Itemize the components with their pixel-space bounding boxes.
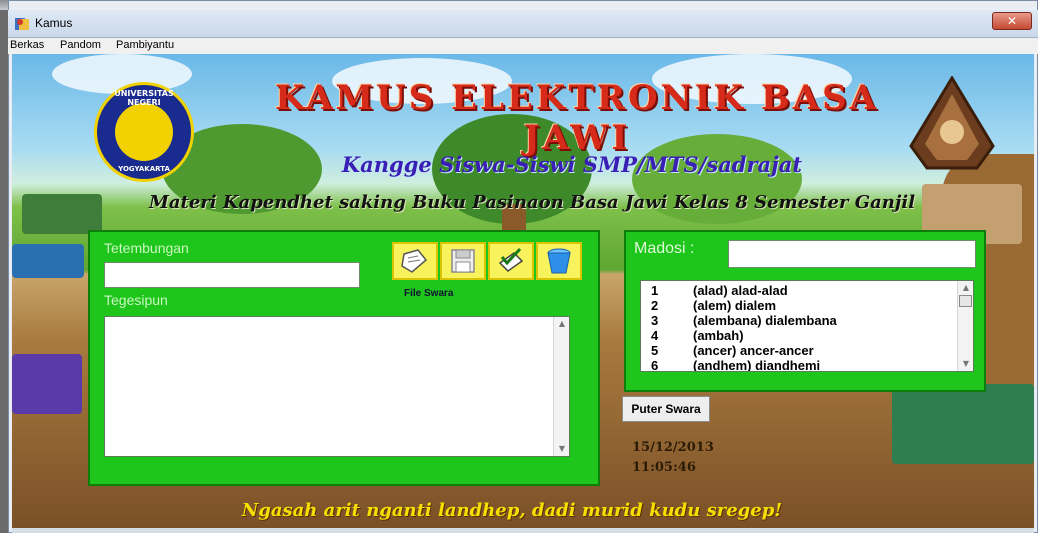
title-bar: Kamus ✕ — [8, 10, 1038, 38]
save-button[interactable] — [440, 242, 486, 280]
menu-bar: Berkas Pandom Pambiyantu — [8, 38, 1038, 54]
list-item-number: 1 — [651, 283, 659, 298]
menu-pandom[interactable]: Pandom — [60, 39, 101, 51]
logo-emblem — [115, 103, 173, 161]
subtitle-materi: Materi Kapendhet saking Buku Pasinaon Ba… — [148, 192, 916, 213]
scroll-up-icon[interactable]: ▲ — [958, 281, 973, 295]
puter-swara-button[interactable]: Puter Swara — [622, 396, 710, 422]
logo-text-bottom: YOGYAKARTA — [118, 165, 170, 173]
file-swara-label: File Swara — [404, 288, 454, 299]
word-list[interactable]: 1 (alad) alad-alad 2 (alem) dialem 3 (alemb… — [640, 280, 974, 372]
time-display: 11:05:46 — [632, 460, 696, 475]
book — [892, 384, 1034, 464]
menu-berkas[interactable]: Berkas — [10, 39, 44, 51]
list-item[interactable]: 3 (alembana) dialembana — [641, 313, 959, 329]
list-item-word: (ambah) — [693, 328, 744, 343]
list-item-number: 5 — [651, 343, 659, 358]
scroll-down-icon[interactable]: ▼ — [554, 442, 570, 456]
word-panel: Tetembungan Tegesipun File Swara ▲ ▼ — [88, 230, 600, 486]
subtitle: Kangge Siswa-Siswi SMP/MTS/sadrajat — [341, 152, 803, 177]
madosi-search-input[interactable] — [728, 240, 976, 268]
list-item-word: (alem) dialem — [693, 298, 777, 313]
edit-button[interactable] — [488, 242, 534, 280]
scroll-down-icon[interactable]: ▼ — [958, 357, 973, 371]
list-item-number: 4 — [651, 328, 659, 343]
tetembungan-input[interactable] — [104, 262, 360, 288]
list-item[interactable]: 2 (alem) dialem — [641, 298, 959, 314]
madosi-label: Madosi : — [634, 240, 695, 257]
list-item-number: 2 — [651, 298, 659, 313]
book — [12, 244, 84, 278]
window-bottom-edge — [12, 528, 1034, 533]
list-item[interactable]: 1 (alad) alad-alad — [641, 283, 959, 299]
menu-pambiyantu[interactable]: Pambiyantu — [116, 39, 174, 51]
app-icon — [15, 18, 29, 30]
file-open-button[interactable] — [392, 242, 438, 280]
list-item[interactable]: 4 (ambah) — [641, 328, 959, 344]
clear-button[interactable] — [536, 242, 582, 280]
app-heading: KAMUS ELEKTRONIK BASA JAWI — [274, 78, 880, 158]
book — [12, 354, 82, 414]
tegesipun-textarea[interactable]: ▲ ▼ — [104, 316, 570, 457]
list-item-word: (andhem) diandhemi — [693, 358, 821, 372]
date-display: 15/12/2013 — [632, 440, 714, 455]
search-panel: Madosi : 1 (alad) alad-alad 2 (alem) diale… — [624, 230, 986, 392]
scroll-up-icon[interactable]: ▲ — [554, 317, 570, 331]
list-scrollbar[interactable]: ▲ ▼ — [957, 281, 973, 371]
tegesipun-label: Tegesipun — [104, 292, 168, 308]
footer-proverb: Ngasah arit nganti landhep, dadi murid k… — [241, 500, 783, 521]
window-title: Kamus — [35, 16, 73, 30]
book — [22, 194, 102, 234]
list-item-number: 3 — [651, 313, 659, 328]
textarea-scrollbar[interactable]: ▲ ▼ — [553, 317, 569, 456]
list-item-word: (alad) alad-alad — [693, 283, 788, 298]
background-scene: UNIVERSITAS NEGERI YOGYAKARTA KAMUS ELEK… — [12, 54, 1034, 533]
check-edit-icon — [498, 247, 524, 272]
close-button[interactable]: ✕ — [992, 12, 1032, 30]
university-logo: UNIVERSITAS NEGERI YOGYAKARTA — [94, 82, 194, 182]
bucket-icon — [547, 248, 571, 274]
list-item[interactable]: 5 (ancer) ancer-ancer — [641, 343, 959, 359]
file-open-icon — [401, 249, 428, 273]
tetembungan-label: Tetembungan — [104, 240, 189, 256]
logo-text-top: UNIVERSITAS NEGERI — [114, 89, 174, 107]
scroll-thumb[interactable] — [959, 295, 972, 307]
list-item-number: 6 — [651, 358, 659, 372]
save-icon — [451, 249, 475, 273]
list-item-word: (ancer) ancer-ancer — [693, 343, 814, 358]
list-item[interactable]: 6 (andhem) diandhemi — [641, 358, 959, 372]
list-item-word: (alembana) dialembana — [693, 313, 837, 328]
